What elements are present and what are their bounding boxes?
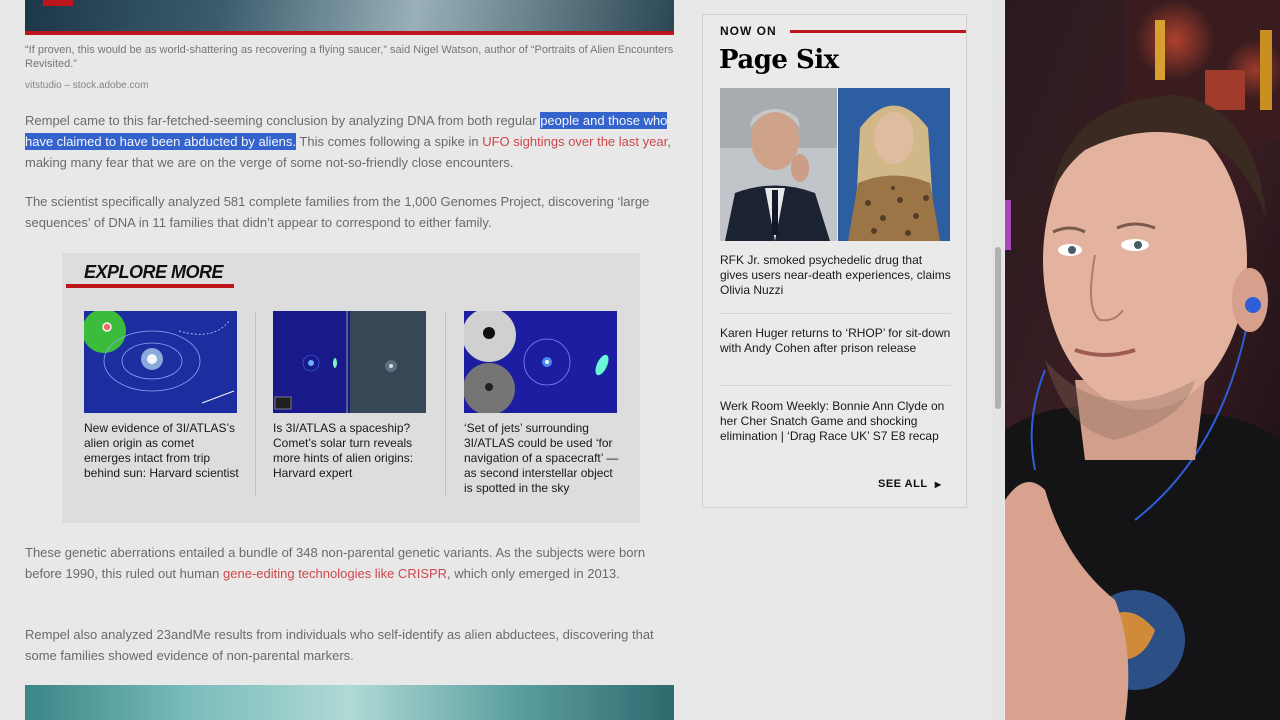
sidebar-divider [720, 385, 951, 386]
see-all-link[interactable]: SEE ALL ▶ [878, 478, 942, 490]
paragraph-text: This comes following a spike in [296, 134, 483, 149]
comet-jets-thumbnail-icon [464, 311, 617, 413]
comet-telescope-thumbnail-icon [273, 311, 426, 413]
explore-thumbnail-3[interactable] [464, 311, 617, 413]
explore-headline-3[interactable]: ‘Set of jets’ surrounding 3I/ATLAS could… [464, 421, 624, 496]
paragraph-text: Rempel came to this far-fetched-seeming … [25, 113, 541, 128]
caret-right-icon: ▶ [934, 480, 942, 489]
story-image-left[interactable] [720, 88, 837, 241]
article-image-top [25, 0, 674, 31]
article-paragraph-4: Rempel also analyzed 23andMe results fro… [25, 627, 654, 663]
woman-portrait-icon [838, 88, 950, 241]
image-caption: “If proven, this would be as world-shatt… [25, 44, 674, 70]
explore-thumbnail-1[interactable] [84, 311, 237, 413]
sidebar-story-3[interactable]: Werk Room Weekly: Bonnie Ann Clyde on he… [720, 399, 952, 444]
paragraph-text: , which only emerged in 2013. [447, 566, 620, 581]
sidebar-story-2[interactable]: Karen Huger returns to ‘RHOP’ for sit-do… [720, 326, 952, 356]
image-divider [25, 31, 674, 35]
sidebar-story-1[interactable]: RFK Jr. smoked psychedelic drug that giv… [720, 253, 952, 298]
article-image-bottom [25, 685, 674, 720]
explore-divider [255, 312, 256, 496]
now-on-label: NOW ON [720, 24, 777, 38]
man-portrait-icon [720, 88, 837, 241]
article-paragraph-3: These genetic aberrations entailed a bun… [25, 542, 675, 584]
article-paragraph-2: The scientist specifically analyzed 581 … [25, 194, 650, 230]
ufo-sightings-link[interactable]: UFO sightings over the last year [482, 134, 667, 149]
page-six-logo[interactable]: Page Six [719, 45, 839, 75]
explore-headline-2[interactable]: Is 3I/ATLAS a spaceship? Comet’s solar t… [273, 421, 433, 481]
explore-headline-1[interactable]: New evidence of 3I/ATLAS’s alien origin … [84, 421, 244, 481]
image-credit: vitstudio – stock.adobe.com [25, 80, 149, 91]
explore-thumbnail-2[interactable] [273, 311, 426, 413]
webcam-feed [1005, 0, 1280, 720]
image-badge [43, 0, 73, 6]
see-all-label: SEE ALL [878, 478, 928, 490]
streamer-webcam-icon [1005, 0, 1280, 720]
comet-orbit-thumbnail-icon [84, 311, 237, 413]
article-paragraph-1: Rempel came to this far-fetched-seeming … [25, 110, 675, 173]
story-image-right[interactable] [838, 88, 950, 241]
explore-more-underline [66, 284, 234, 288]
webpage: “If proven, this would be as world-shatt… [0, 0, 1005, 720]
crispr-link[interactable]: gene-editing technologies like CRISPR [223, 566, 447, 581]
now-on-rule [790, 30, 966, 33]
explore-divider [445, 312, 446, 496]
explore-more-module: EXPLORE MORE New evidence of 3I/ATLAS’s … [62, 253, 640, 523]
explore-more-title: EXPLORE MORE [84, 262, 224, 282]
sidebar-divider [720, 313, 951, 314]
page-six-widget: NOW ON Page Six RFK Jr. smoked psychedel… [702, 14, 967, 508]
scrollbar-thumb[interactable] [995, 247, 1001, 409]
